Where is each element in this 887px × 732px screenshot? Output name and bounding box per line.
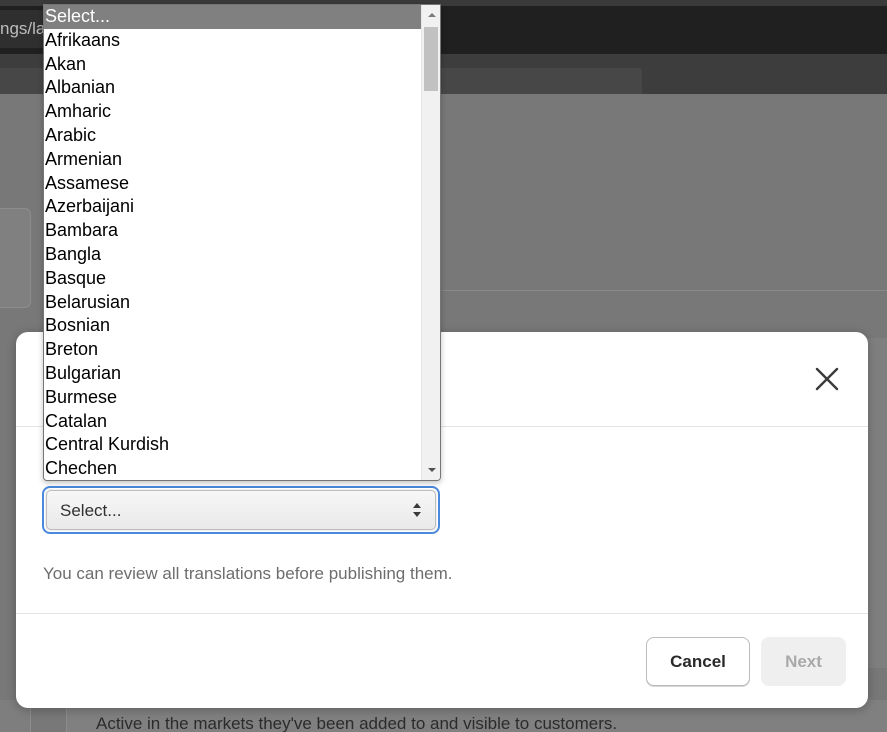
dropdown-option[interactable]: Arabic xyxy=(44,124,421,148)
dropdown-option[interactable]: Catalan xyxy=(44,410,421,434)
dropdown-option[interactable]: Afrikaans xyxy=(44,29,421,53)
dropdown-option[interactable]: Bambara xyxy=(44,219,421,243)
background-card-left xyxy=(0,208,31,308)
background-divider xyxy=(440,290,887,291)
dropdown-option[interactable]: Central Kurdish xyxy=(44,433,421,457)
dropdown-option[interactable]: Akan xyxy=(44,53,421,77)
dropdown-option[interactable]: Belarusian xyxy=(44,291,421,315)
dropdown-option[interactable]: Select... xyxy=(44,5,421,29)
language-select-value: Select... xyxy=(60,501,122,520)
cancel-button[interactable]: Cancel xyxy=(646,637,750,686)
dropdown-option[interactable]: Bangla xyxy=(44,243,421,267)
dropdown-option[interactable]: Basque xyxy=(44,267,421,291)
scroll-down-arrow-icon[interactable] xyxy=(422,460,440,480)
dropdown-option[interactable]: Breton xyxy=(44,338,421,362)
next-button[interactable]: Next xyxy=(761,637,846,686)
modal-footer-divider xyxy=(16,613,868,614)
dropdown-option[interactable]: Assamese xyxy=(44,172,421,196)
dropdown-scrollbar[interactable] xyxy=(421,5,440,480)
background-page-text: Active in the markets they've been added… xyxy=(96,714,618,732)
dropdown-options: Select... Afrikaans Akan Albanian Amharic Ara… xyxy=(44,5,421,480)
dropdown-option[interactable]: Albanian xyxy=(44,76,421,100)
dropdown-option[interactable]: Bulgarian xyxy=(44,362,421,386)
language-select[interactable]: Select... xyxy=(42,486,440,534)
scroll-up-arrow-icon[interactable] xyxy=(422,5,440,25)
dropdown-option[interactable]: Burmese xyxy=(44,386,421,410)
dropdown-option[interactable]: Armenian xyxy=(44,148,421,172)
scrollbar-thumb[interactable] xyxy=(424,27,438,91)
helper-text: You can review all translations before p… xyxy=(43,564,453,583)
language-dropdown-list: Select... Afrikaans Akan Albanian Amharic Ara… xyxy=(43,4,441,481)
close-icon[interactable] xyxy=(812,364,842,394)
dropdown-option[interactable]: Bosnian xyxy=(44,314,421,338)
dropdown-option[interactable]: Chechen xyxy=(44,457,421,480)
select-arrows-icon xyxy=(412,502,422,523)
dropdown-option[interactable]: Amharic xyxy=(44,100,421,124)
dropdown-option[interactable]: Azerbaijani xyxy=(44,195,421,219)
